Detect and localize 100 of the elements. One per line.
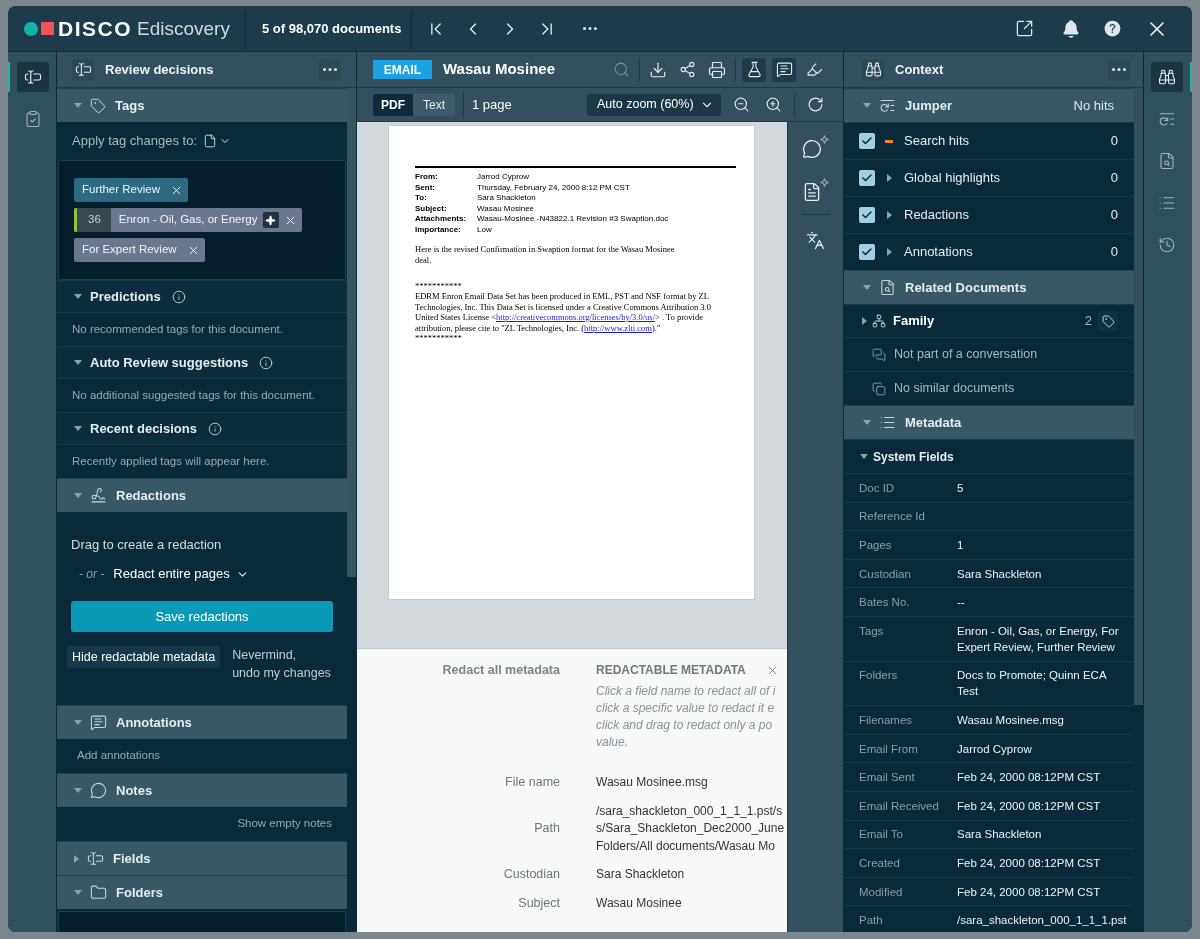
jumper-item-label[interactable]: Global highlights (904, 168, 1001, 188)
caret-down-icon[interactable] (74, 493, 82, 498)
zoom-out-icon[interactable] (732, 96, 750, 113)
field-value[interactable]: Wasau Mosinee.msg (596, 774, 708, 792)
rotate-icon[interactable] (806, 96, 824, 113)
document-link[interactable]: http://www.zlti.com (584, 322, 652, 333)
field-value: Feb 24, 2000 08:12PM CST (957, 884, 1101, 900)
more-button[interactable] (1108, 58, 1130, 81)
bell-icon[interactable] (1061, 18, 1081, 39)
search-icon[interactable] (612, 61, 630, 78)
caret-down-icon[interactable] (74, 788, 82, 793)
more-icon[interactable] (583, 27, 598, 30)
view-toggle[interactable] (772, 57, 796, 82)
share-icon[interactable] (678, 61, 696, 78)
section-title: Notes (116, 781, 153, 800)
field-label[interactable]: Custodian (357, 866, 560, 884)
scrollbar-thumb[interactable] (1134, 88, 1143, 705)
field-value: /sara_shackleton_000_1_1_1.pst (957, 913, 1127, 929)
clipboard-check-icon (24, 110, 42, 128)
caret-down-icon[interactable] (863, 103, 871, 108)
print-icon[interactable] (708, 60, 726, 79)
check-icon (861, 246, 873, 258)
caret-down-icon[interactable] (74, 890, 82, 895)
redact-pages-dropdown[interactable]: Redact entire pages (113, 564, 249, 584)
jumper-item-count: 0 (1110, 206, 1118, 225)
info-icon[interactable] (207, 421, 222, 436)
field-value: -- (957, 595, 965, 611)
caret-right-icon[interactable] (886, 174, 892, 182)
email-field-value: Wasau Mosinee (477, 203, 535, 214)
caret-down-icon[interactable] (74, 103, 82, 108)
redact-all-link[interactable]: Redact all metadata (357, 661, 560, 751)
jumper-item-label[interactable]: Redactions (904, 205, 970, 225)
view-toggle[interactable] (742, 57, 766, 82)
field-value[interactable]: Sara Shackleton (596, 866, 685, 884)
text-cursor-icon (87, 850, 104, 867)
field-value[interactable]: Wasau Mosinee (596, 894, 682, 912)
field-label: Doc ID (859, 480, 896, 496)
document-type-badge: EMAIL (373, 60, 432, 79)
show-empty-notes-link[interactable]: Show empty notes (237, 815, 332, 833)
folder-icon (90, 884, 107, 901)
empty-message: No additional suggested tags for this document. (72, 387, 315, 403)
caret-down-icon[interactable] (74, 294, 82, 299)
jumper-item-label[interactable]: Annotations (904, 242, 973, 262)
subsection-title: Recent decisions (90, 419, 197, 438)
scrollbar-thumb[interactable] (347, 88, 356, 577)
caret-right-icon[interactable] (74, 854, 79, 863)
list-arrow-icon (879, 97, 896, 114)
field-label[interactable]: File name (357, 774, 560, 792)
chat-sparkle-icon[interactable] (802, 135, 829, 159)
family-label[interactable]: Family (893, 311, 935, 331)
empty-message: Recently applied tags will appear here. (72, 453, 270, 469)
more-button[interactable] (319, 58, 341, 81)
sidebar-tab[interactable] (17, 62, 49, 92)
caret-down-icon[interactable] (860, 454, 868, 459)
document-sparkle-icon[interactable] (802, 178, 829, 202)
list-icon (879, 414, 896, 431)
checkbox[interactable] (859, 207, 875, 223)
translate-icon[interactable] (806, 231, 825, 250)
view-mode-tab[interactable]: PDF (373, 93, 413, 116)
checkbox[interactable] (859, 244, 875, 260)
download-icon[interactable] (649, 60, 667, 79)
caret-down-icon[interactable] (863, 420, 871, 425)
panel-title: REDACTABLE METADATA (596, 662, 746, 679)
zoom-in-icon[interactable] (764, 96, 782, 113)
field-value[interactable]: /sara_shackleton_000_1_1_1.pst/s s/Sara_Shackleton_Dec2000_June Folders/All documents/Wasau Mo (596, 802, 785, 855)
document-position: 5 of 98,070 documents (261, 19, 402, 38)
field-value: 1 (957, 538, 964, 553)
email-field-label: To: (415, 193, 428, 204)
tag-label: Further Review (81, 182, 161, 198)
caret-right-icon[interactable] (886, 211, 892, 219)
jumper-item-label[interactable]: Search hits (904, 131, 970, 151)
caret-down-icon[interactable] (74, 720, 82, 725)
field-label[interactable]: Subject (357, 894, 560, 912)
checkbox[interactable] (859, 133, 875, 149)
related-status: Not part of a conversation (894, 346, 1038, 364)
sidebar-tab[interactable] (1151, 62, 1183, 92)
chat-bubbles-icon (872, 347, 886, 362)
field-value: Enron - Oil, Gas, or Energy, For Expert Review, Further Review (957, 623, 1120, 655)
caret-right-icon[interactable] (886, 248, 892, 256)
caret-down-icon[interactable] (74, 360, 82, 365)
hide-metadata-button[interactable]: Hide redactable metadata (67, 646, 221, 668)
apply-scope-button[interactable] (203, 134, 232, 148)
field-value: Feb 24, 2000 08:12PM CST (957, 855, 1101, 871)
tag-family-button[interactable] (1098, 311, 1118, 331)
view-mode-tab[interactable]: Text (413, 93, 455, 116)
field-label: Modified (859, 884, 904, 900)
zoom-select[interactable]: Auto zoom (60%) (587, 93, 721, 116)
apply-label: Apply tag changes to: (72, 132, 198, 151)
caret-down-icon[interactable] (74, 426, 82, 431)
email-field-label: Subject: (415, 203, 448, 214)
info-icon[interactable] (171, 289, 186, 304)
external-link-icon[interactable] (1014, 19, 1034, 38)
field-label[interactable]: Path (357, 820, 560, 838)
caret-right-icon[interactable] (862, 317, 867, 325)
document-link[interactable]: http://creativecommons.org/licenses/by/3.0/us/ (496, 312, 655, 322)
caret-down-icon[interactable] (863, 285, 871, 290)
undo-link[interactable]: Nevermind, undo my changes (232, 646, 331, 682)
checkbox[interactable] (859, 170, 875, 186)
info-icon[interactable] (259, 355, 274, 370)
page-count: 1 page (472, 95, 512, 114)
